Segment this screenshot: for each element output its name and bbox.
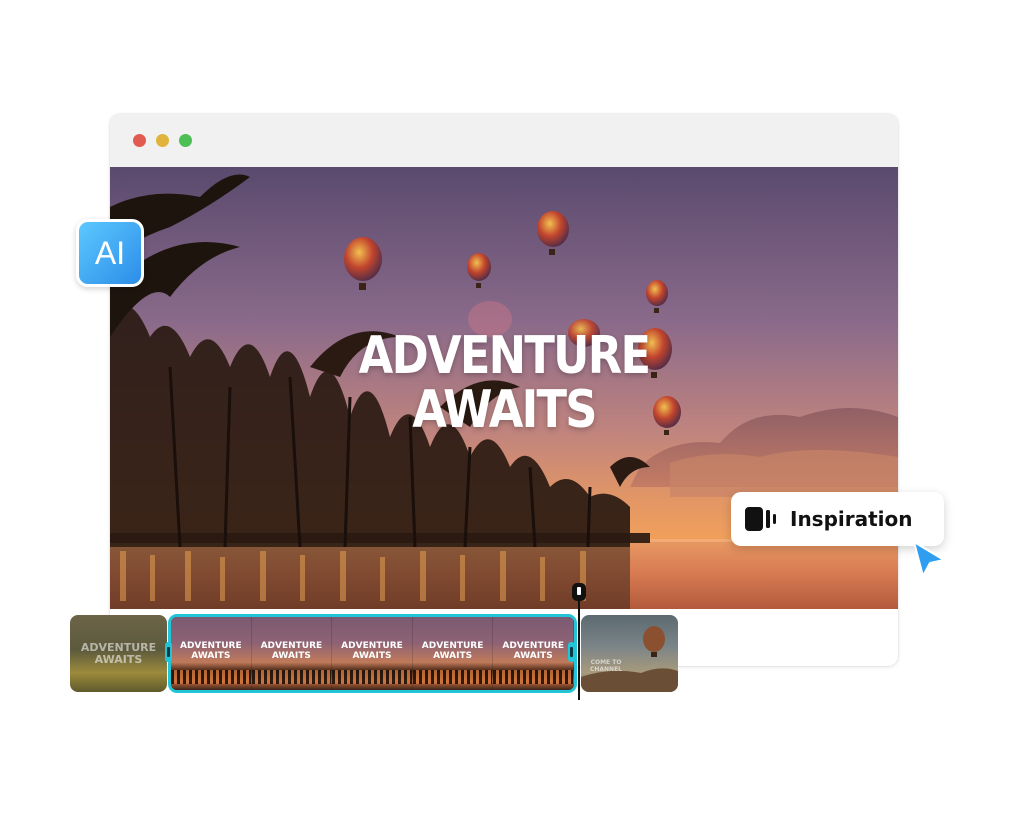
frame-title-line-2: AWAITS (433, 651, 473, 661)
timeline-clip-1[interactable]: ADVENTURE AWAITS (70, 615, 167, 692)
playhead-handle[interactable] (572, 583, 586, 601)
stage: ADVENTURE AWAITS AI Inspiration ADVENTUR… (0, 0, 1024, 819)
headline-overlay: ADVENTURE AWAITS (165, 329, 843, 437)
headline-line-1: ADVENTURE (358, 326, 651, 386)
video-clip-icon (744, 506, 778, 532)
close-window-button[interactable] (133, 134, 146, 147)
inspiration-button[interactable]: Inspiration (731, 492, 944, 546)
minimize-window-button[interactable] (156, 134, 169, 147)
maximize-window-button[interactable] (179, 134, 192, 147)
trim-handle-left[interactable] (165, 642, 172, 662)
frame-title-line-2: AWAITS (191, 651, 231, 661)
frame-title-line-2: AWAITS (352, 651, 392, 661)
ai-badge[interactable]: AI (76, 219, 144, 287)
browser-window: ADVENTURE AWAITS (110, 114, 898, 666)
frame-title-line-1: ADVENTURE (341, 641, 403, 651)
frame-title-line-1: ADVENTURE (179, 641, 242, 651)
timeline-clip-2-selected[interactable]: ADVENTURE AWAITS ADVENTURE AWAITS ADVENTUR… (168, 614, 577, 693)
pointer-cursor-icon (910, 540, 950, 580)
frame-title-line-1: ADVENTURE (260, 641, 323, 651)
clip-frame: ADVENTURE AWAITS (251, 617, 333, 690)
frame-title-line-2: AWAITS (513, 651, 553, 661)
clip-frame: ADVENTURE AWAITS (412, 617, 494, 690)
trim-handle-right[interactable] (568, 642, 575, 662)
clip-3-title-line-2: CHANNEL (589, 666, 623, 673)
clip-frame: ADVENTURE AWAITS (171, 617, 252, 690)
frame-title-line-2: AWAITS (271, 651, 311, 661)
clip-1-title: ADVENTURE AWAITS (70, 642, 167, 666)
clip-frame: ADVENTURE AWAITS (493, 617, 574, 690)
clip-3-title-line-1: COME TO (590, 659, 622, 666)
inspiration-label: Inspiration (790, 507, 913, 531)
clip-1-title-line-2: AWAITS (94, 653, 143, 666)
frame-title-line-1: ADVENTURE (502, 641, 564, 651)
headline-line-2: AWAITS (412, 380, 597, 440)
ai-badge-label: AI (94, 234, 126, 271)
timeline-clip-3[interactable]: COME TO CHANNEL (581, 615, 678, 692)
frame-title-line-1: ADVENTURE (421, 641, 484, 651)
window-titlebar (110, 114, 898, 167)
clip-frame: ADVENTURE AWAITS (332, 617, 413, 690)
clip-3-title: COME TO CHANNEL (581, 659, 631, 673)
playhead-line[interactable] (578, 596, 580, 700)
clip-3-thumbnail (581, 626, 678, 692)
